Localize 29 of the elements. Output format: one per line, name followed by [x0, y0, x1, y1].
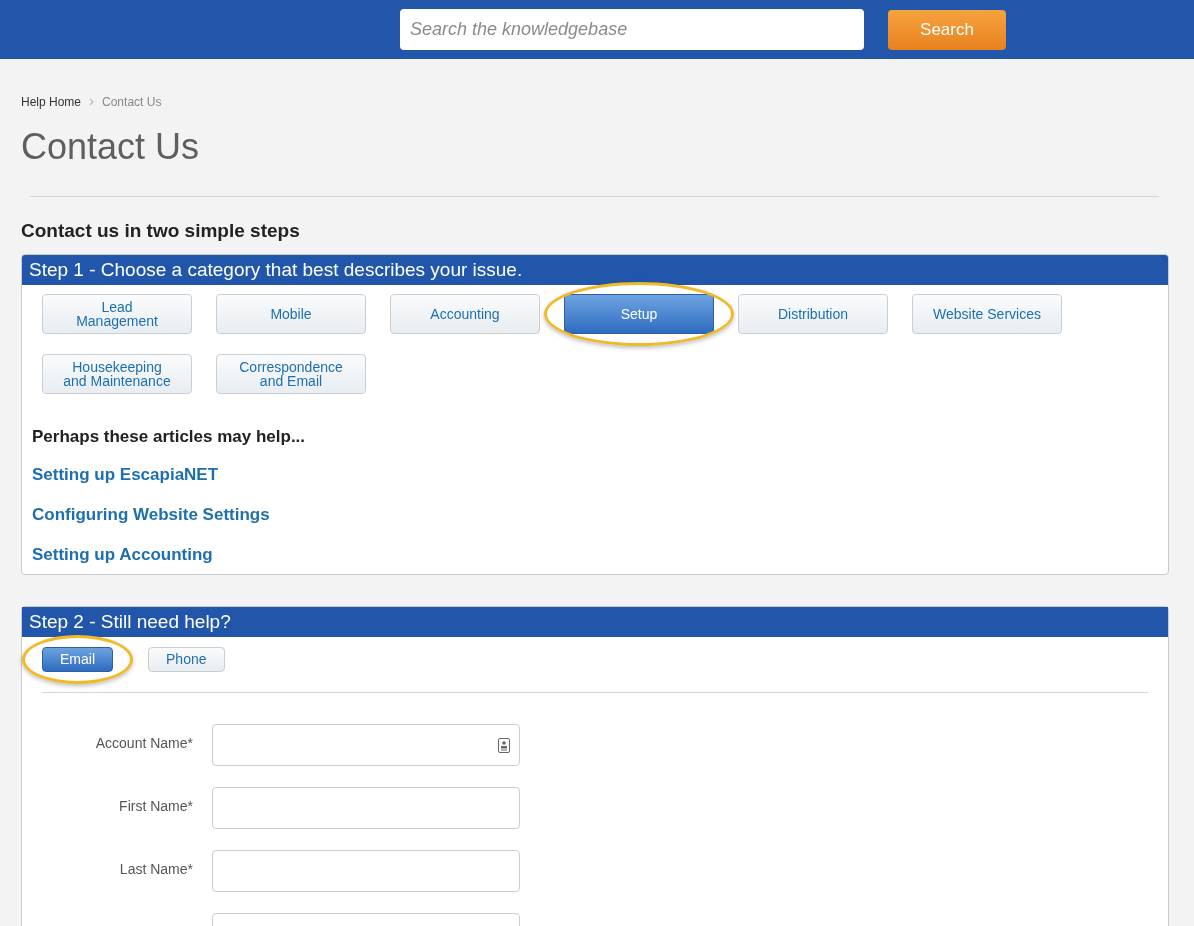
category-button[interactable]: Correspondence and Email	[216, 353, 366, 394]
step-title: Step 1 - Choose a category that best describes your issue.	[22, 254, 1168, 285]
article-link[interactable]: Setting up Accounting	[32, 544, 213, 565]
category-button[interactable]: Distribution	[738, 293, 888, 334]
field-label: Account Name*	[95, 734, 193, 751]
category-button[interactable]: Setup	[564, 293, 714, 334]
page-title: Contact Us	[21, 125, 201, 169]
article-link[interactable]: Setting up EscapiaNET	[32, 464, 219, 485]
contact-tab[interactable]: Email	[42, 646, 113, 672]
category-button[interactable]: Lead Management	[42, 293, 192, 334]
contact-tab[interactable]: Phone	[148, 646, 225, 672]
category-button[interactable]: Mobile	[216, 293, 366, 334]
articles-heading: Perhaps these articles may help...	[31, 425, 307, 448]
contact-card-icon[interactable]	[498, 737, 510, 753]
category-button[interactable]: Accounting	[390, 293, 540, 334]
step-title: Step 2 - Still need help?	[22, 606, 1168, 637]
breadcrumb-link[interactable]: Contact Us	[102, 93, 162, 111]
field-label: First Name*	[119, 797, 193, 814]
input-field[interactable]	[212, 786, 520, 829]
chevron-icon	[89, 98, 95, 106]
search-field[interactable]: Search the knowledgebase	[400, 9, 864, 50]
input-field[interactable]	[212, 723, 520, 766]
section-heading: Contact us in two simple steps	[21, 219, 301, 243]
field-label: Last Name*	[119, 860, 193, 877]
breadcrumb-link[interactable]: Help Home	[21, 93, 82, 111]
category-button[interactable]: Housekeeping and Maintenance	[42, 353, 192, 394]
input-field[interactable]	[212, 849, 520, 892]
category-button[interactable]: Website Services	[912, 293, 1062, 334]
article-link[interactable]: Configuring Website Settings	[32, 504, 270, 525]
